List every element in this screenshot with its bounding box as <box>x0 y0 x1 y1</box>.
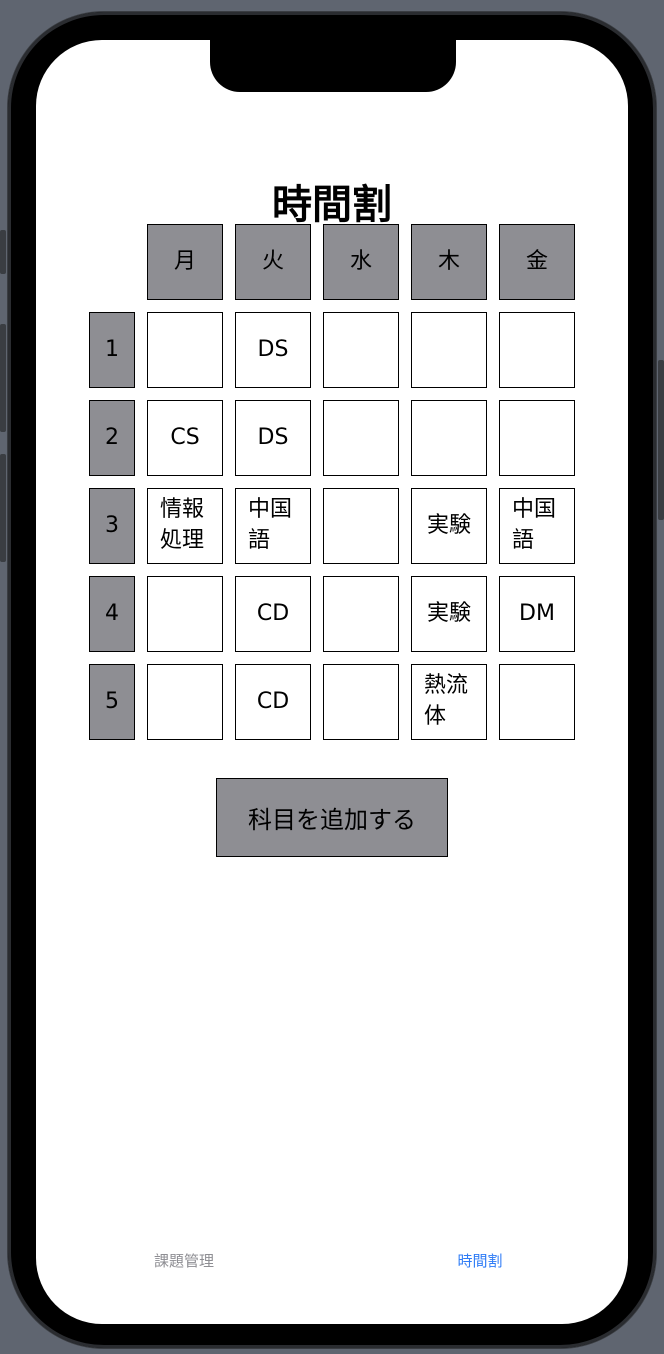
period-label-1: 1 <box>89 312 135 388</box>
timetable-slot-thu-1[interactable] <box>411 312 487 388</box>
page-title: 時間割 <box>272 182 392 228</box>
timetable-slot-mon-1[interactable] <box>147 312 223 388</box>
timetable-slot-wed-2[interactable] <box>323 400 399 476</box>
timetable-slot-thu-3[interactable]: 実験 <box>411 488 487 564</box>
timetable-slot-tue-3[interactable]: 中国 語 <box>235 488 311 564</box>
day-header-fri: 金 <box>499 224 575 300</box>
timetable-slot-tue-2[interactable]: DS <box>235 400 311 476</box>
timetable-slot-wed-4[interactable] <box>323 576 399 652</box>
tab-timetable[interactable]: 時間割 <box>400 1250 560 1271</box>
timetable-slot-tue-4[interactable]: CD <box>235 576 311 652</box>
timetable-slot-thu-5[interactable]: 熱流 体 <box>411 664 487 740</box>
tab-assignments[interactable]: 課題管理 <box>104 1250 264 1271</box>
timetable-slot-thu-2[interactable] <box>411 400 487 476</box>
timetable-slot-mon-3[interactable]: 情報 処理 <box>147 488 223 564</box>
timetable-slot-mon-5[interactable] <box>147 664 223 740</box>
add-subject-button[interactable]: 科目を追加する <box>216 778 448 857</box>
timetable-slot-fri-1[interactable] <box>499 312 575 388</box>
app-screen: 時間割 月 火 水 木 金 1 2 3 4 5 DS CS DS 情報 処理 中国 語実… <box>36 40 628 1324</box>
device-notch <box>210 40 456 92</box>
timetable-slot-mon-4[interactable] <box>147 576 223 652</box>
timetable-slot-wed-3[interactable] <box>323 488 399 564</box>
timetable-slot-fri-3[interactable]: 中国 語 <box>499 488 575 564</box>
timetable-slot-wed-1[interactable] <box>323 312 399 388</box>
timetable-slot-tue-5[interactable]: CD <box>235 664 311 740</box>
volume-up-button <box>0 324 6 432</box>
volume-down-button <box>0 454 6 562</box>
day-header-wed: 水 <box>323 224 399 300</box>
period-label-4: 4 <box>89 576 135 652</box>
timetable-slot-thu-4[interactable]: 実験 <box>411 576 487 652</box>
day-header-mon: 月 <box>147 224 223 300</box>
timetable-slot-tue-1[interactable]: DS <box>235 312 311 388</box>
timetable-slot-fri-5[interactable] <box>499 664 575 740</box>
day-header-thu: 木 <box>411 224 487 300</box>
period-label-5: 5 <box>89 664 135 740</box>
power-button <box>658 360 664 520</box>
day-header-tue: 火 <box>235 224 311 300</box>
timetable-slot-mon-2[interactable]: CS <box>147 400 223 476</box>
period-label-3: 3 <box>89 488 135 564</box>
period-label-2: 2 <box>89 400 135 476</box>
timetable-slot-fri-2[interactable] <box>499 400 575 476</box>
timetable-slot-fri-4[interactable]: DM <box>499 576 575 652</box>
timetable-slot-wed-5[interactable] <box>323 664 399 740</box>
mute-switch <box>0 230 6 274</box>
